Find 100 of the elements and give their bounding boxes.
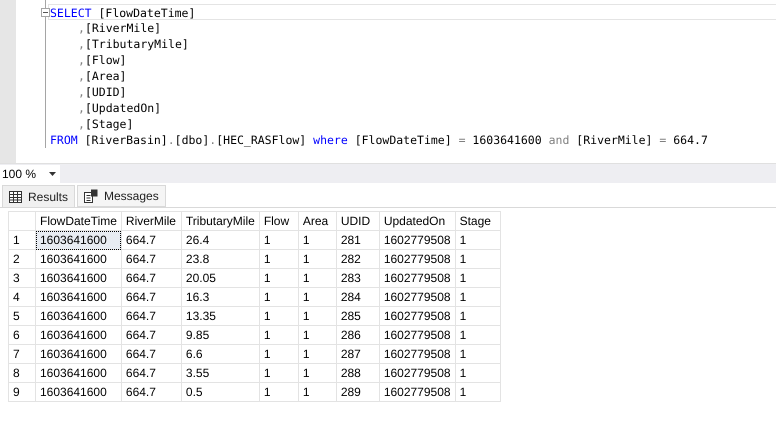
table-cell: 282 xyxy=(336,250,380,268)
table-cell: 3.55 xyxy=(181,364,260,382)
table-cell: 6.6 xyxy=(181,344,260,364)
table-cell: 1 xyxy=(298,250,336,268)
table-cell: 1 xyxy=(259,326,298,344)
table-cell: 284 xyxy=(336,288,380,306)
table-cell: 286 xyxy=(336,326,380,344)
table-cell: 1602779508 xyxy=(379,344,456,364)
table-cell: 1 xyxy=(298,230,336,250)
code-line: ,[UpdatedOn] xyxy=(77,100,162,116)
row-number[interactable]: 5 xyxy=(8,306,36,326)
table-cell: 664.7 xyxy=(121,288,182,306)
table-cell: 289 xyxy=(336,382,380,402)
table-cell: 1 xyxy=(259,344,298,364)
table-cell: 1 xyxy=(259,230,298,250)
code-line: ,[Flow] xyxy=(77,52,128,68)
column-header[interactable]: FlowDateTime xyxy=(36,212,122,230)
table-cell: 664.7 xyxy=(121,230,182,250)
table-cell: 1602779508 xyxy=(379,306,456,326)
table-cell: 1 xyxy=(455,382,500,402)
table-cell: 1603641600 xyxy=(36,306,122,326)
table-cell: 0.5 xyxy=(181,382,260,402)
column-header[interactable]: TributaryMile xyxy=(181,212,260,230)
row-number[interactable]: 3 xyxy=(8,268,36,288)
table-cell: 1 xyxy=(298,268,336,288)
table-cell: 1 xyxy=(455,250,500,268)
table-cell: 1603641600 xyxy=(36,250,122,268)
table-cell: 1602779508 xyxy=(379,268,456,288)
table-cell: 1 xyxy=(259,382,298,402)
table-cell: 23.8 xyxy=(181,250,260,268)
table-cell: 1 xyxy=(298,344,336,364)
table-cell: 1603641600 xyxy=(36,268,122,288)
table-cell: 664.7 xyxy=(121,306,182,326)
code-line: ,[RiverMile] xyxy=(77,20,162,36)
table-cell: 664.7 xyxy=(121,364,182,382)
table-cell: 9.85 xyxy=(181,326,260,344)
column-header[interactable]: UpdatedOn xyxy=(379,212,456,230)
table-cell: 1602779508 xyxy=(379,382,456,402)
results-tab[interactable]: Messages xyxy=(77,185,166,207)
table-cell: 1 xyxy=(259,268,298,288)
column-header[interactable]: Flow xyxy=(259,212,298,230)
column-header[interactable]: Area xyxy=(298,212,336,230)
table-cell: 664.7 xyxy=(121,326,182,344)
table-cell: 1 xyxy=(298,326,336,344)
grid-icon xyxy=(9,190,22,202)
code-line: SELECT [FlowDateTime] xyxy=(48,4,776,20)
table-cell: 1 xyxy=(259,288,298,306)
table-cell: 664.7 xyxy=(121,382,182,402)
table-cell: 1 xyxy=(259,306,298,326)
table-cell: 1602779508 xyxy=(379,288,456,306)
table-cell: 1 xyxy=(298,288,336,306)
table-cell: 1602779508 xyxy=(379,364,456,382)
table-cell: 283 xyxy=(336,268,380,288)
table-cell: 13.35 xyxy=(181,306,260,326)
table-cell: 287 xyxy=(336,344,380,364)
table-cell: 26.4 xyxy=(181,230,260,250)
table-cell: 1 xyxy=(455,268,500,288)
column-header[interactable]: Stage xyxy=(455,212,500,230)
code-line: ,[Area] xyxy=(77,68,128,84)
table-cell: 1603641600 xyxy=(36,326,122,344)
corner-cell xyxy=(8,212,36,230)
caret-icon xyxy=(49,172,56,176)
table-cell: 664.7 xyxy=(121,268,182,288)
row-number[interactable]: 8 xyxy=(8,364,36,382)
row-number[interactable]: 9 xyxy=(8,382,36,402)
table-cell: 1 xyxy=(298,364,336,382)
table-cell: 1 xyxy=(259,364,298,382)
table-cell: 285 xyxy=(336,306,380,326)
document-icon xyxy=(84,189,98,203)
results-tab[interactable]: Results xyxy=(2,185,76,207)
code-line: ,[UDID] xyxy=(77,84,128,100)
table-cell: 288 xyxy=(336,364,380,382)
table-cell: 1 xyxy=(298,306,336,326)
zoom-dropdown[interactable]: 100 % xyxy=(0,164,60,182)
table-cell: 1602779508 xyxy=(379,326,456,344)
table-cell: 1603641600 xyxy=(36,288,122,306)
code-line: ,[TributaryMile] xyxy=(77,36,190,52)
code-line: ,[Stage] xyxy=(77,116,134,132)
table-cell: 1603641600 xyxy=(36,344,122,364)
table-cell: 1603641600 xyxy=(36,230,122,250)
table-cell: 1 xyxy=(455,230,500,250)
table-cell: 1 xyxy=(455,344,500,364)
table-cell: 664.7 xyxy=(121,344,182,364)
table-cell: 664.7 xyxy=(121,250,182,268)
table-cell: 281 xyxy=(336,230,380,250)
column-header[interactable]: RiverMile xyxy=(121,212,182,230)
row-number[interactable]: 4 xyxy=(8,288,36,306)
row-number[interactable]: 7 xyxy=(8,344,36,364)
code-line: FROM [RiverBasin].[dbo].[HEC_RASFlow] where [FlowDateTime] = 1603641600 and [RiverMile] = 664.7 xyxy=(50,132,709,148)
table-cell: 1602779508 xyxy=(379,250,456,268)
table-cell: 1 xyxy=(455,288,500,306)
column-header[interactable]: UDID xyxy=(336,212,380,230)
row-number[interactable]: 6 xyxy=(8,326,36,344)
table-cell: 1602779508 xyxy=(379,230,456,250)
table-cell: 1 xyxy=(455,306,500,326)
collapse-icon[interactable] xyxy=(41,8,50,17)
table-cell: 1603641600 xyxy=(36,364,122,382)
table-cell: 16.3 xyxy=(181,288,260,306)
row-number[interactable]: 2 xyxy=(8,250,36,268)
table-cell: 1 xyxy=(259,250,298,268)
